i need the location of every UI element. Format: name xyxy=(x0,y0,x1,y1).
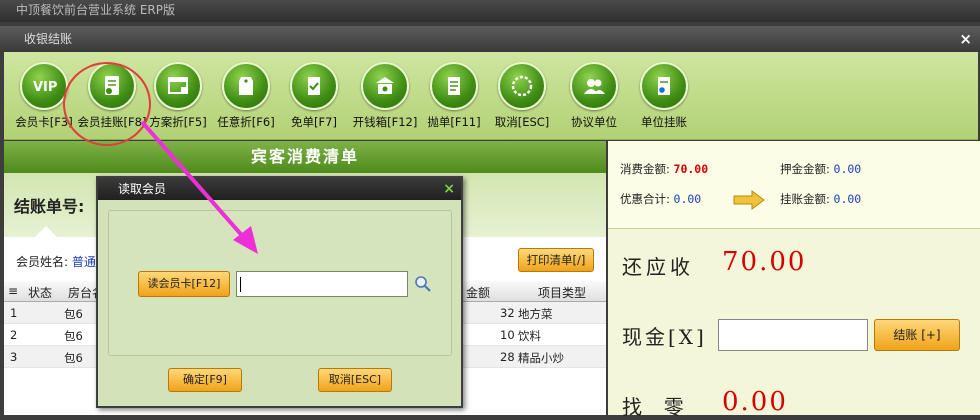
row-index: 1 xyxy=(10,306,18,320)
deposit-value: 0.00 xyxy=(833,162,862,176)
toolbar-button-cancel[interactable]: 取消[ESC] xyxy=(492,62,552,130)
discount-value: 0.00 xyxy=(673,192,702,206)
change-value: 0.00 xyxy=(722,387,788,417)
bill-number-label: 结账单号: xyxy=(14,197,85,216)
consume-label: 消费金额: xyxy=(620,162,670,176)
row-type: 精品小炒 xyxy=(518,351,564,365)
users-icon xyxy=(570,62,618,110)
cash-drawer-icon xyxy=(361,62,409,110)
toolbar-button-free-bill[interactable]: 免单[F7] xyxy=(284,62,344,130)
text-caret xyxy=(240,277,241,292)
arrow-right-icon xyxy=(733,190,765,210)
change-label: 找 零 xyxy=(622,395,687,419)
search-icon[interactable] xyxy=(414,275,432,293)
bill-title: 宾客消费清单 xyxy=(4,141,606,173)
toolbar-label: 抛单[F11] xyxy=(427,115,481,129)
checklist-icon xyxy=(290,62,338,110)
credit-label: 挂账金额: xyxy=(780,192,830,206)
dialog-title: 读取会员 xyxy=(118,182,167,196)
toolbar-button-any-discount[interactable]: 任意折[F6] xyxy=(214,62,278,130)
toolbar-label: 协议单位 xyxy=(571,115,617,129)
svg-text:VIP: VIP xyxy=(33,80,57,95)
row-room: 包6 xyxy=(64,351,83,365)
document-icon xyxy=(430,62,478,110)
credit-amount: 挂账金额: 0.00 xyxy=(780,191,861,207)
member-name-label: 会员姓名: 普通 xyxy=(16,253,96,270)
read-member-card-button[interactable]: 读会员卡[F12] xyxy=(138,271,230,297)
row-type: 地方菜 xyxy=(518,307,553,321)
dialog-title-bar: 读取会员 × xyxy=(98,178,461,200)
amount-due-label: 还应收 xyxy=(622,255,694,279)
column-type[interactable]: 项目类型 xyxy=(538,284,586,301)
highlight-circle-annotation xyxy=(63,62,151,146)
vip-icon: VIP xyxy=(20,62,68,110)
toolbar-label: 单位挂账 xyxy=(641,115,687,129)
row-room: 包6 xyxy=(64,329,83,343)
toolbar-label: 取消[ESC] xyxy=(494,115,550,129)
cash-input[interactable] xyxy=(718,319,868,351)
consume-value: 70.00 xyxy=(673,162,709,176)
column-amount[interactable]: 金额 xyxy=(466,284,490,301)
toolbar-label: 免单[F7] xyxy=(291,115,337,129)
member-name-caption: 会员姓名: xyxy=(16,255,69,269)
unit-document-icon xyxy=(640,62,688,110)
read-member-dialog: 读取会员 × 读会员卡[F12] 确定[F9] 取消[ESC] xyxy=(96,176,463,408)
credit-value: 0.00 xyxy=(833,192,862,206)
cancel-ring-icon xyxy=(498,62,546,110)
notch-decoration xyxy=(34,226,58,238)
tag-icon xyxy=(222,62,270,110)
row-room: 包6 xyxy=(64,307,83,321)
row-index: 2 xyxy=(10,328,18,342)
print-list-button[interactable]: 打印清单[/] xyxy=(518,248,594,272)
row-amount: 32 xyxy=(500,306,515,320)
discount-total: 优惠合计: 0.00 xyxy=(620,191,701,207)
member-name-value: 普通 xyxy=(71,255,96,269)
toolbar-button-open-drawer[interactable]: 开钱箱[F12] xyxy=(352,62,418,130)
toolbar-button-unit-credit[interactable]: 单位挂账 xyxy=(634,62,694,130)
app-title: 中顶餐饮前台营业系统 ERP版 xyxy=(16,3,175,17)
dialog-close-icon[interactable]: × xyxy=(443,178,455,200)
confirm-button[interactable]: 确定[F9] xyxy=(168,368,242,392)
discount-label: 优惠合计: xyxy=(620,192,670,206)
cash-label: 现金[X] xyxy=(622,325,707,349)
row-index: 3 xyxy=(10,350,18,364)
row-type: 饮料 xyxy=(518,329,541,343)
consume-amount: 消费金额: 70.00 xyxy=(620,161,708,177)
toolbar-button-hold-bill[interactable]: 抛单[F11] xyxy=(426,62,482,130)
member-card-input[interactable] xyxy=(236,271,408,297)
window-close-icon[interactable]: × xyxy=(959,26,972,52)
row-amount: 28 xyxy=(500,350,515,364)
window-title-bar: 收银结账 × xyxy=(0,26,980,52)
column-status[interactable]: 状态 xyxy=(28,284,52,301)
toolbar-label: 方案折[F5] xyxy=(149,115,207,129)
deposit-amount: 押金金额: 0.00 xyxy=(780,161,861,177)
window-icon xyxy=(154,62,202,110)
toolbar-label: 开钱箱[F12] xyxy=(352,115,418,129)
toolbar-label: 任意折[F6] xyxy=(217,115,275,129)
settle-button[interactable]: 结账 [+] xyxy=(874,319,960,351)
row-select-icon: ≡ xyxy=(8,284,19,298)
summary-box: 消费金额: 70.00 押金金额: 0.00 优惠合计: 0.00 挂账金额: … xyxy=(608,141,980,229)
amount-due-value: 70.00 xyxy=(722,247,807,277)
payment-panel: 消费金额: 70.00 押金金额: 0.00 优惠合计: 0.00 挂账金额: … xyxy=(608,141,980,419)
toolbar-button-plan-discount[interactable]: 方案折[F5] xyxy=(146,62,210,130)
toolbar-button-agreement-unit[interactable]: 协议单位 xyxy=(564,62,624,130)
deposit-label: 押金金额: xyxy=(780,162,830,176)
cancel-button[interactable]: 取消[ESC] xyxy=(318,368,392,392)
window-title: 收银结账 xyxy=(24,32,73,46)
app-title-bar: 中顶餐饮前台营业系统 ERP版 xyxy=(0,0,980,22)
row-amount: 10 xyxy=(500,328,515,342)
